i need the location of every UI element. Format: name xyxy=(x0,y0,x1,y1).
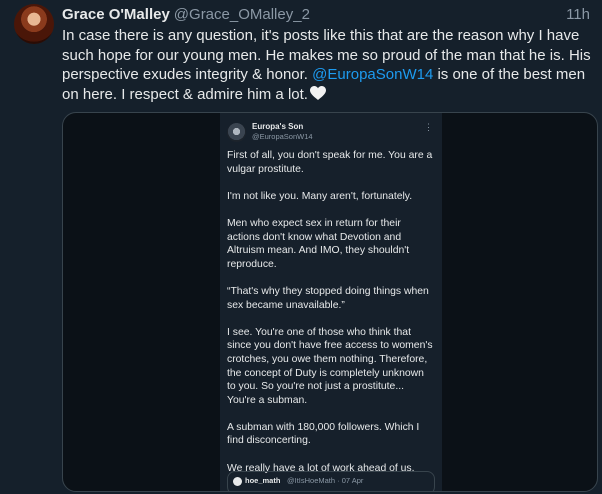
quoted-author-name: hoe_math xyxy=(245,476,281,485)
embedded-paragraph: A subman with 180,000 followers. Which I… xyxy=(227,421,420,447)
tweet-text: In case there is any question, it's post… xyxy=(62,26,598,106)
embedded-author-name: Europa's Son xyxy=(252,122,304,131)
embedded-paragraph: I'm not like you. Many aren't, fortunate… xyxy=(227,190,413,202)
quoted-author-avatar xyxy=(233,477,242,486)
quoted-tweet: hoe_math @ItIsHoeMath · 07 Apr xyxy=(227,471,435,491)
embedded-paragraph: First of all, you don't speak for me. Yo… xyxy=(227,150,433,175)
attached-screenshot[interactable]: Europa's Son @EuropaSonW14 ⋮ First of al… xyxy=(62,112,598,492)
embedded-author-handle: @EuropaSonW14 xyxy=(252,132,313,141)
quoted-author-meta: @ItIsHoeMath · 07 Apr xyxy=(287,476,364,485)
mention-link[interactable]: @EuropaSonW14 xyxy=(312,66,433,83)
tweet-header: Grace O'Malley @Grace_OMalley_2 11h xyxy=(62,6,590,26)
more-options-icon: ⋮ xyxy=(424,122,433,132)
embedded-author-avatar xyxy=(227,123,246,142)
embedded-paragraph: “That's why they stopped doing things wh… xyxy=(227,285,429,311)
tweet-timestamp[interactable]: 11h xyxy=(566,6,590,23)
embedded-tweet-body: First of all, you don't speak for me. Yo… xyxy=(227,149,433,489)
embedded-paragraph: Men who expect sex in return for their a… xyxy=(227,217,410,270)
author-handle[interactable]: @Grace_OMalley_2 xyxy=(174,6,310,23)
author-display-name[interactable]: Grace O'Malley xyxy=(62,6,170,23)
author-avatar[interactable] xyxy=(14,4,54,44)
embedded-paragraph: I see. You're one of those who think tha… xyxy=(227,326,433,406)
embedded-tweet: Europa's Son @EuropaSonW14 ⋮ First of al… xyxy=(220,113,442,491)
white-heart-icon xyxy=(309,85,326,107)
